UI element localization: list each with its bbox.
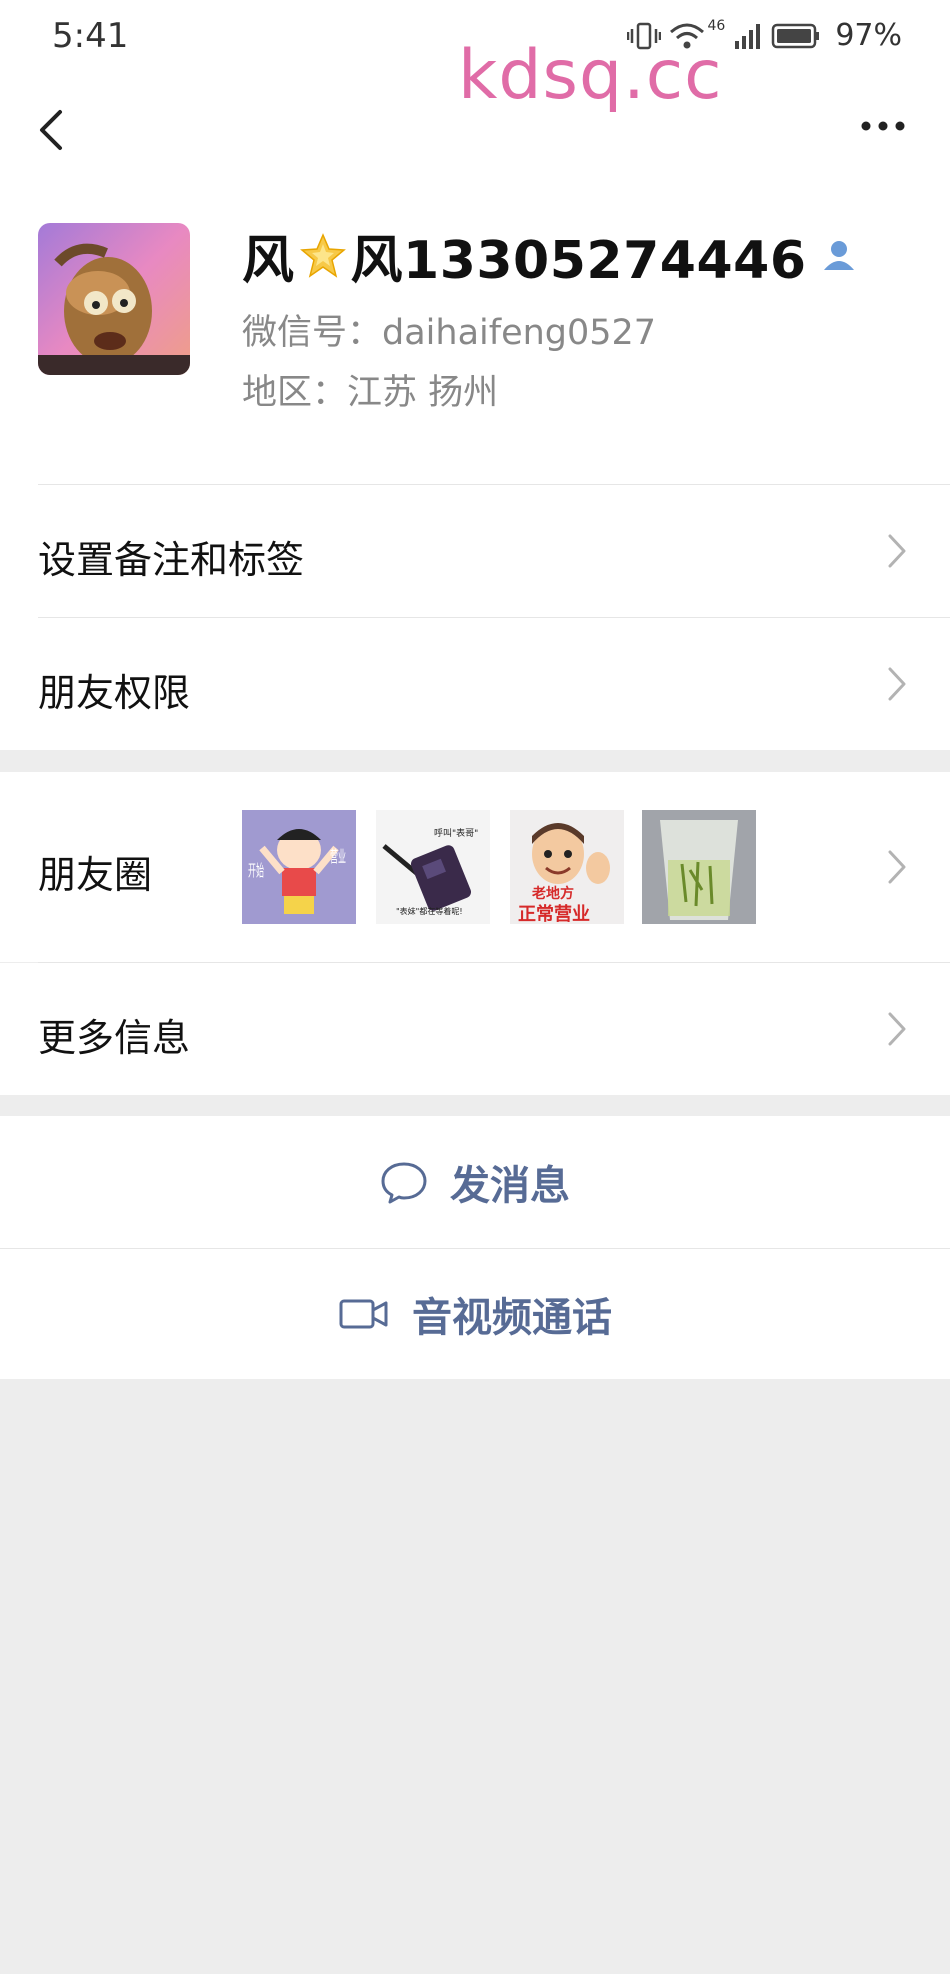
- moments-thumb-2: 呼叫"表哥" "表妹"都在等着呢!: [376, 810, 490, 924]
- moments-thumb-3: 老地方 正常营业: [510, 810, 624, 924]
- signal-icon: [735, 23, 761, 49]
- battery-percent: 97%: [835, 18, 902, 53]
- star-emoji-icon: [299, 232, 346, 278]
- profile-header: 风 风13305274446 微信号：daihaifeng0527 地区：江苏 …: [0, 218, 950, 418]
- nickname: 风 风13305274446: [242, 218, 859, 293]
- chat-bubble-icon: [381, 1162, 427, 1204]
- remark-tags-label: 设置备注和标签: [38, 538, 305, 582]
- status-time: 5:41: [52, 16, 129, 56]
- permissions-label: 朋友权限: [38, 671, 191, 715]
- contact-person-icon: [823, 240, 854, 270]
- moments-thumbnails: 开始 营业 呼叫"表哥" "表妹"都在等着呢! 老地方 正常营业: [242, 810, 762, 924]
- moments-label: 朋友圈: [38, 853, 153, 897]
- remark-tags-row[interactable]: 设置备注和标签: [0, 485, 950, 617]
- battery-icon: [772, 23, 820, 48]
- network-type: 46: [707, 18, 726, 34]
- more-dots-icon[interactable]: [858, 106, 908, 146]
- moments-thumb-1: 开始 营业: [242, 810, 356, 924]
- moments-row[interactable]: 朋友圈 开始 营业 呼叫"表哥" "表妹"都在等着呢! 老地方 正常营业: [0, 772, 950, 962]
- thumb2-caption-bottom: "表妹"都在等着呢!: [396, 906, 463, 916]
- thumb2-caption-top: 呼叫"表哥": [434, 827, 478, 839]
- nickname-part1: 风: [242, 231, 295, 291]
- watermark: kdsq.cc: [458, 36, 723, 115]
- thumb1-caption-left: 开始: [248, 861, 264, 880]
- more-info-row[interactable]: 更多信息: [0, 963, 950, 1095]
- chevron-right-icon: [888, 1012, 906, 1046]
- region: 地区：江苏 扬州: [242, 373, 499, 413]
- send-message-button[interactable]: 发消息: [0, 1116, 950, 1248]
- video-call-button[interactable]: 音视频通话: [0, 1249, 950, 1379]
- send-message-label: 发消息: [450, 1163, 570, 1209]
- chevron-right-icon: [888, 534, 906, 568]
- video-camera-icon: [339, 1299, 388, 1329]
- thumb3-caption2: 正常营业: [518, 903, 590, 924]
- wechat-id: 微信号：daihaifeng0527: [242, 313, 657, 353]
- chevron-right-icon: [888, 850, 906, 884]
- video-call-label: 音视频通话: [412, 1295, 612, 1341]
- more-info-label: 更多信息: [38, 1016, 191, 1060]
- avatar[interactable]: [38, 223, 190, 375]
- nickname-part2: 风13305274446: [350, 231, 807, 291]
- permissions-row[interactable]: 朋友权限: [0, 618, 950, 750]
- chevron-right-icon: [888, 667, 906, 701]
- thumb1-caption-right: 营业: [330, 847, 346, 866]
- thumb3-caption: 老地方: [532, 885, 574, 902]
- chevron-left-icon[interactable]: [30, 100, 70, 160]
- moments-thumb-4: [642, 810, 756, 924]
